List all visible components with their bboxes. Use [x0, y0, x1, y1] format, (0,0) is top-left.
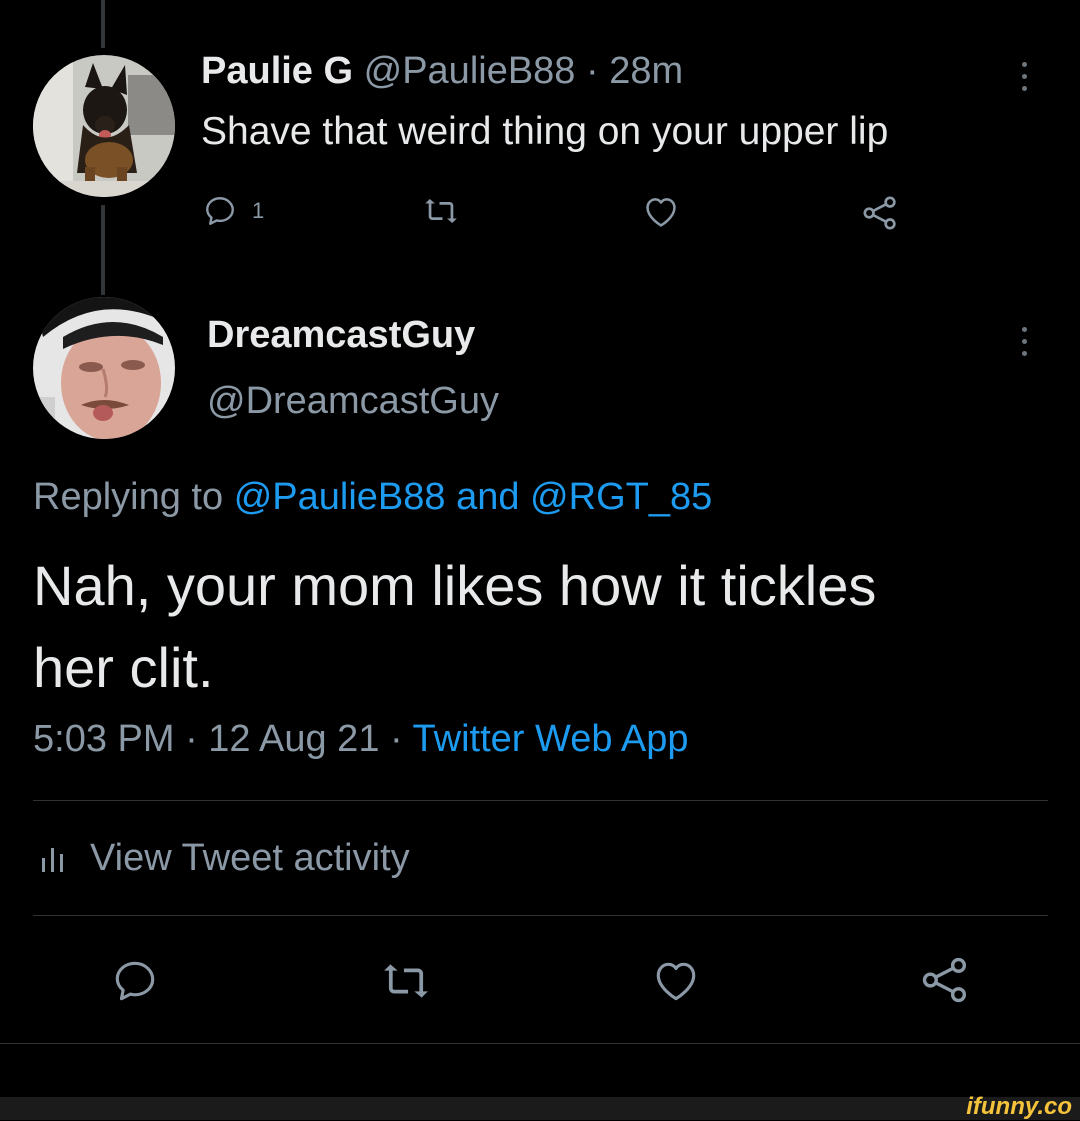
activity-chart-icon: [42, 847, 63, 872]
thread-line-top: [101, 0, 105, 48]
main-source-link[interactable]: Twitter Web App: [413, 718, 689, 760]
main-tweet-meta: 5:03 PM · 12 Aug 21 · Twitter Web App: [33, 718, 689, 761]
replying-and: and: [456, 476, 520, 518]
main-tweet-text: Nah, your mom likes how it tickles her c…: [33, 545, 876, 709]
main-like-button[interactable]: [650, 956, 702, 1006]
parent-handle-time[interactable]: @PaulieB88 · 28m: [364, 50, 684, 92]
retweet-icon: [384, 964, 428, 998]
main-share-button[interactable]: [918, 953, 972, 1007]
main-tweet-text-line2: her clit.: [33, 636, 214, 699]
watermark-bar: [0, 1097, 1080, 1120]
main-display-name[interactable]: DreamcastGuy: [207, 314, 475, 357]
divider-top: [33, 800, 1048, 801]
parent-like-button[interactable]: [641, 193, 681, 231]
replying-to: Replying to @PaulieB88 and @RGT_85: [33, 476, 712, 519]
main-tweet-text-line1: Nah, your mom likes how it tickles: [33, 554, 877, 617]
replying-prefix: Replying to: [33, 476, 224, 518]
person-avatar-icon: [33, 297, 175, 439]
parent-reply-button[interactable]: 1: [202, 193, 264, 229]
parent-display-name[interactable]: Paulie G: [201, 50, 353, 92]
parent-reply-count: 1: [252, 198, 265, 223]
main-retweet-button[interactable]: [380, 956, 432, 1006]
main-handle[interactable]: @DreamcastGuy: [207, 380, 499, 423]
parent-retweet-button[interactable]: [422, 193, 460, 229]
dreamcastguy-avatar[interactable]: [33, 297, 175, 439]
retweet-icon: [425, 199, 457, 223]
parent-more-button[interactable]: [1022, 62, 1027, 91]
main-more-button[interactable]: [1022, 327, 1027, 356]
divider-middle: [33, 915, 1048, 916]
share-icon: [863, 196, 896, 230]
watermark-logo: ifunny.co: [966, 1093, 1072, 1120]
share-icon: [922, 957, 967, 1003]
heart-icon: [656, 962, 696, 1001]
reply-icon: [115, 961, 155, 1001]
main-reply-button[interactable]: [110, 956, 160, 1006]
parent-share-button[interactable]: [859, 193, 901, 233]
parent-tweet-text: Shave that weird thing on your upper lip: [201, 110, 889, 153]
heart-icon: [646, 198, 676, 227]
activity-label: View Tweet activity: [90, 837, 410, 879]
divider-bottom: [0, 1043, 1080, 1044]
replying-user-link-2[interactable]: @RGT_85: [530, 476, 712, 518]
view-tweet-activity[interactable]: View Tweet activity: [40, 837, 410, 880]
dog-avatar-icon: [33, 55, 175, 197]
thread-line-bottom: [101, 205, 105, 295]
parent-tweet-header: Paulie G @PaulieB88 · 28m: [201, 50, 683, 93]
main-timestamp[interactable]: 5:03 PM · 12 Aug 21 ·: [33, 718, 403, 760]
paulie-avatar[interactable]: [33, 55, 175, 197]
replying-user-link-1[interactable]: @PaulieB88: [234, 476, 446, 518]
reply-icon: [206, 197, 234, 225]
